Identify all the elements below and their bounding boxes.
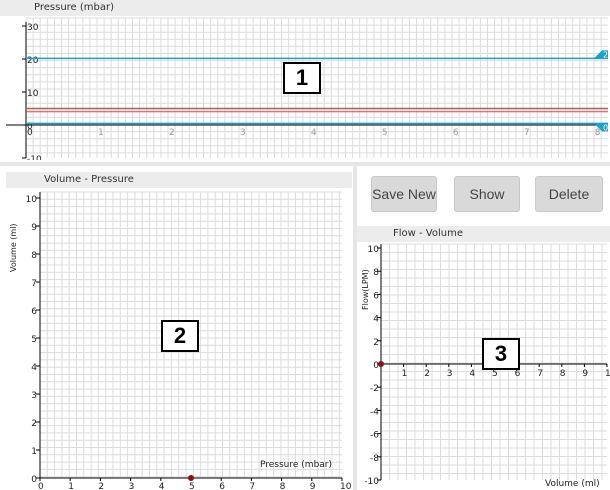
- pressure-x-tick-label: 4: [311, 128, 317, 138]
- vp-y-tick-label: 0: [31, 475, 37, 485]
- fv-y-axis-label: Flow(LPM): [361, 269, 370, 310]
- fv-y-tick-label: 2: [373, 338, 379, 348]
- fv-y-tick-label: 10: [368, 245, 380, 255]
- vp-y-tick-label: 1: [31, 447, 37, 457]
- pressure-x-tick-label: 2: [169, 128, 175, 138]
- fv-y-tick-label: 8: [373, 268, 379, 278]
- pressure-x-tick-label: 8: [595, 128, 601, 138]
- pressure-y-tick-label: 20: [27, 56, 39, 66]
- vp-y-tick-label: 5: [31, 335, 37, 345]
- vp-y-tick-label: 2: [31, 419, 37, 429]
- vp-x-axis-label: Pressure (mbar): [260, 460, 332, 470]
- vp-x-tick-label: 3: [129, 482, 135, 490]
- vp-x-tick-label: 6: [219, 482, 225, 490]
- fv-x-tick-label: 3: [447, 369, 453, 379]
- fv-x-tick-label: 4: [469, 369, 475, 379]
- fv-x-tick-label: 7: [537, 369, 543, 379]
- vp-data-point: [188, 475, 194, 481]
- fv-y-tick-label: -10: [364, 477, 379, 487]
- pressure-x-tick-label: 5: [382, 128, 388, 138]
- vp-x-tick-label: 10: [340, 482, 352, 490]
- delete-button[interactable]: Delete: [535, 176, 603, 212]
- upper-limit-tag-label: 2: [603, 50, 608, 59]
- marker-3: 3: [482, 338, 520, 370]
- fv-x-tick-label: 9: [582, 369, 588, 379]
- pressure-y-tick-label: -10: [27, 155, 42, 160]
- vp-y-tick-label: 9: [31, 223, 37, 233]
- pressure-y-tick-label: 10: [27, 89, 39, 99]
- fv-x-tick-label: 1: [402, 369, 408, 379]
- fv-x-tick-label: 5: [492, 369, 498, 379]
- fv-y-tick-label: -2: [370, 384, 379, 394]
- pressure-x-tick-label: 6: [453, 128, 459, 138]
- vp-y-tick-label: 6: [31, 307, 37, 317]
- pressure-y-tick-label: 30: [27, 23, 39, 33]
- marker-1: 1: [283, 62, 321, 94]
- vp-y-tick-label: 8: [31, 251, 37, 261]
- vp-x-tick-label: 0: [38, 482, 44, 490]
- vp-x-tick-label: 8: [280, 482, 286, 490]
- vp-y-axis-label: Volume (ml): [9, 223, 18, 272]
- vp-y-tick-label: 3: [31, 391, 37, 401]
- fv-y-tick-label: -8: [370, 454, 379, 464]
- pressure-x-tick-label: 7: [524, 128, 530, 138]
- vp-x-tick-label: 1: [68, 482, 74, 490]
- fv-y-tick-label: 0: [373, 361, 379, 371]
- fv-x-axis-label: Volume (ml): [545, 479, 600, 489]
- horizontal-divider: [0, 162, 610, 166]
- fv-x-tick-label: 6: [515, 369, 521, 379]
- fv-y-tick-label: -6: [370, 431, 379, 441]
- show-button[interactable]: Show: [454, 176, 520, 212]
- pressure-x-tick-label: 1: [98, 128, 104, 138]
- lower-limit-tag-label: 0: [603, 123, 608, 132]
- fv-y-tick-label: 4: [373, 315, 379, 325]
- vp-x-tick-label: 5: [189, 482, 195, 490]
- vp-x-tick-label: 2: [98, 482, 104, 490]
- pressure-x-tick-label: 3: [240, 128, 246, 138]
- fv-y-tick-label: 6: [373, 291, 379, 301]
- vp-y-tick-label: 7: [31, 279, 37, 289]
- marker-2: 2: [161, 320, 199, 352]
- vp-y-tick-label: 4: [31, 363, 37, 373]
- pressure-x-tick-label: 0: [27, 128, 33, 138]
- fv-x-tick-label: 2: [424, 369, 430, 379]
- vp-x-tick-label: 4: [159, 482, 165, 490]
- fv-data-point: [378, 361, 384, 367]
- vp-y-tick-label: 10: [26, 195, 38, 205]
- save-new-button[interactable]: Save New: [371, 176, 437, 212]
- pressure-chart-panel: Pressure (mbar) 30 20 10 0 -10 0 1 2 3 4 5 6 7 8 2 0 1: [0, 0, 610, 160]
- volume-pressure-panel: Volume - Pressure 10 9 8 7 6 5 4 3 2 1 0 0 1 2 3 4 5 6 7 8 9…: [6, 172, 352, 490]
- fv-y-tick-label: -4: [370, 407, 379, 417]
- flow-volume-panel: Flow - Volume 10 8 6 4 2 0 -2 -4 -6 -8 -10 1 2 3 4 5 6 7 8…: [357, 226, 610, 490]
- fv-x-tick-label: 8: [560, 369, 566, 379]
- vp-x-tick-label: 9: [310, 482, 316, 490]
- vp-x-tick-label: 7: [249, 482, 255, 490]
- fv-x-tick-label: 10: [605, 369, 610, 379]
